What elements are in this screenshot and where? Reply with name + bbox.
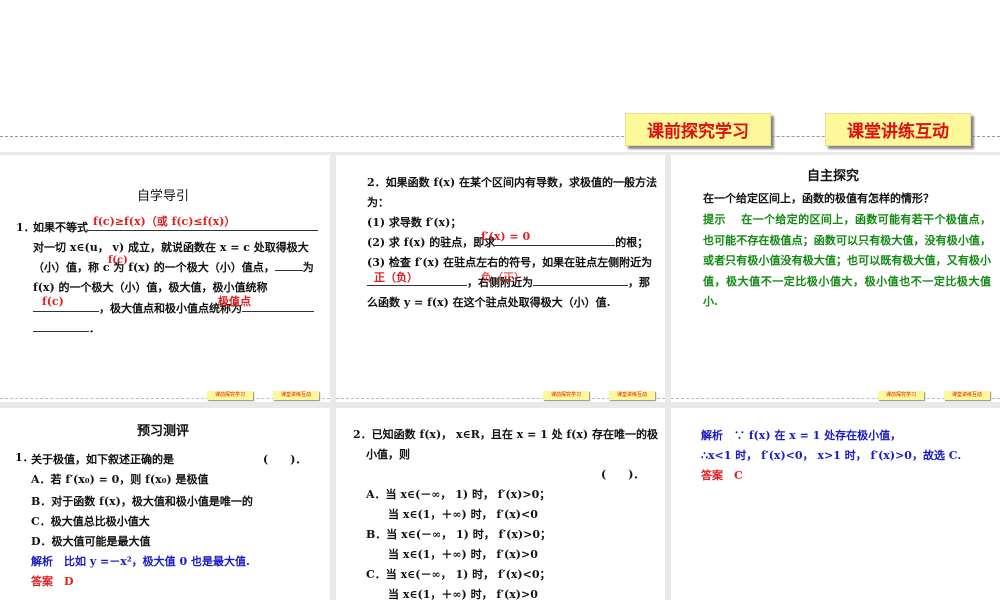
- nav-button-preview-study[interactable]: 课前探究学习: [625, 113, 771, 146]
- text-line: ，极大值点和极小值点统称为: [33, 299, 314, 320]
- mini-nav-preview: 课前探究学习: [878, 391, 924, 400]
- annotation: f(c): [108, 255, 128, 266]
- option-c: C．当 x∈(－∞， 1) 时， f′(x)<0；: [366, 568, 551, 581]
- text-line: ．: [33, 319, 100, 340]
- text-line: 2．如果函数 f(x) 在某个区间内有导数，求极值的一般方法: [367, 176, 658, 189]
- option-b-cont: 当 x∈(1，＋∞) 时， f′(x)>0: [366, 548, 538, 561]
- nav-button-class-interaction[interactable]: 课堂讲练互动: [825, 113, 971, 146]
- option-c-cont: 当 x∈(1，＋∞) 时， f′(x)>0: [366, 588, 538, 600]
- question-text: 小值，则: [366, 448, 410, 461]
- question-text: 2．已知函数 f(x)， x∈R，且在 x = 1 处 f(x) 存在唯一的极: [353, 428, 658, 441]
- annotation: 极值点: [218, 295, 251, 308]
- mini-nav-class: 课堂讲练互动: [609, 391, 655, 400]
- slide-thumbnail-6[interactable]: 解析 ∵ f(x) 在 x = 1 处存在极小值， ∴x<1 时， f′(x)<…: [671, 408, 1000, 600]
- text-line: 么函数 y = f(x) 在这个驻点处取得极大（小）值.: [367, 296, 611, 309]
- option-b: B．对于函数 f(x)，极大值和极小值是唯一的: [31, 495, 253, 508]
- text-line: 对一切 x∈(u， v) 成立，就说函数在 x = c 处取得极大: [33, 241, 309, 254]
- annotation: 负（正）: [481, 271, 525, 284]
- mini-nav-class: 课堂讲练互动: [944, 391, 990, 400]
- answer-blank: ( )．: [263, 453, 307, 466]
- annotation: 正（负）: [374, 271, 418, 284]
- text-line: 为：: [367, 196, 389, 209]
- annotation: f(c)≥f(x)（或 f(c)≤f(x)）: [93, 215, 236, 228]
- answer: 答案 C: [701, 469, 743, 482]
- text-line: （小）值，称 c 为 f(x) 的一个极大（小）值点，为: [33, 258, 314, 279]
- mini-nav-preview: 课前探究学习: [207, 391, 253, 400]
- slide-title: 预习测评: [137, 424, 190, 439]
- annotation: f′(x) = 0: [481, 230, 531, 243]
- slide-thumbnail-1[interactable]: 自学导引 1． 如果不等式 f(c)≥f(x)（或 f(c)≤f(x)） 对一切…: [0, 155, 330, 402]
- item-number: 1．: [16, 221, 35, 234]
- slide-title: 自学导引: [137, 189, 190, 204]
- mini-nav-preview: 课前探究学习: [543, 391, 589, 400]
- text-line: (1) 求导数 f′(x)；: [367, 216, 462, 229]
- analysis: 解析 ∵ f(x) 在 x = 1 处存在极小值，: [701, 429, 902, 442]
- option-b: B．当 x∈(－∞， 1) 时， f′(x)>0；: [366, 528, 552, 541]
- option-d: D．极大值可能是最大值: [31, 535, 151, 548]
- analysis: 解析 比如 y =－x²，极大值 0 也是最大值.: [31, 555, 250, 568]
- option-a-cont: 当 x∈(1，＋∞) 时， f′(x)<0: [366, 508, 538, 521]
- slide-title: 自主探究: [807, 169, 860, 184]
- analysis-line: ∴x<1 时， f′(x)<0， x>1 时， f′(x)>0，故选 C.: [701, 449, 962, 462]
- mini-nav-class: 课堂讲练互动: [273, 391, 319, 400]
- slide-thumbnail-3[interactable]: 自主探究 在一个给定区间上，函数的极值有怎样的情形？ 提示 在一个给定的区间上，…: [671, 155, 1000, 402]
- hint-text: 提示 在一个给定的区间上，函数可能有若干个极值点，也可能不存在极值点；函数可以只…: [703, 213, 991, 308]
- option-a: A．当 x∈(－∞， 1) 时， f′(x)>0；: [366, 488, 551, 501]
- answer-blank: ( )．: [601, 468, 645, 481]
- slide-thumbnail-5[interactable]: 2．已知函数 f(x)， x∈R，且在 x = 1 处 f(x) 存在唯一的极 …: [336, 408, 665, 600]
- option-c: C．极大值总比极小值大: [31, 515, 150, 528]
- question-text: 在一个给定区间上，函数的极值有怎样的情形？: [703, 192, 934, 205]
- slide-thumbnail-2[interactable]: 2．如果函数 f(x) 在某个区间内有导数，求极值的一般方法 为： (1) 求导…: [336, 155, 665, 402]
- question-text: 关于极值，如下叙述正确的是: [31, 453, 174, 466]
- top-bar: 课前探究学习 课堂讲练互动: [0, 0, 1000, 152]
- option-a: A．若 f′(x₀) = 0，则 f(x₀) 是极值: [31, 473, 209, 486]
- slide-thumbnail-4[interactable]: 预习测评 1． 关于极值，如下叙述正确的是 ( )． A．若 f′(x₀) = …: [0, 408, 330, 600]
- answer: 答案 D: [31, 575, 74, 588]
